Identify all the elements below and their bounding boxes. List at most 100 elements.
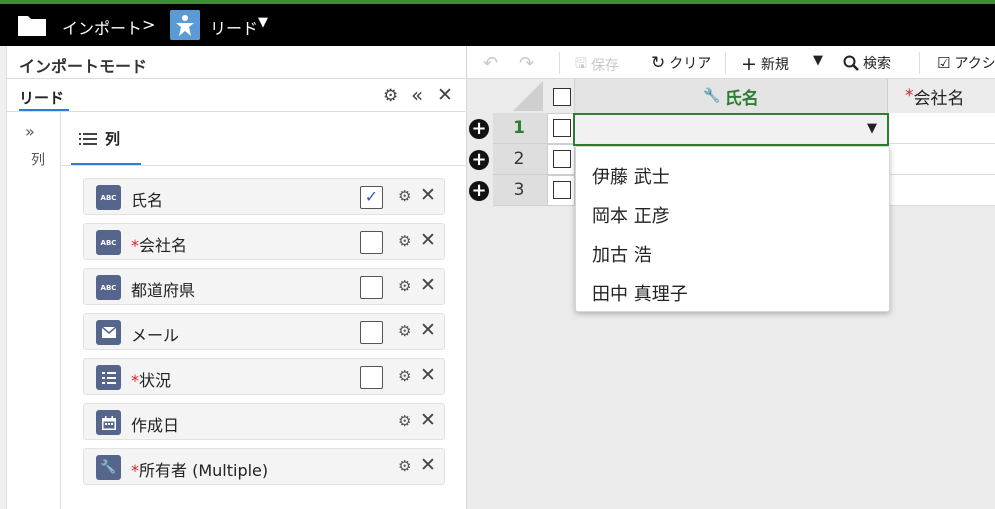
column-header-name[interactable]: 🔧 氏名 bbox=[575, 79, 888, 113]
dropdown-option[interactable]: 田中 真理子 bbox=[592, 280, 688, 306]
field-item[interactable]: *状況 ⚙ ✕ bbox=[83, 358, 445, 395]
gear-icon[interactable]: ⚙ bbox=[398, 412, 411, 430]
dropdown-arrow-icon[interactable]: ▼ bbox=[867, 121, 877, 136]
close-icon[interactable]: ✕ bbox=[420, 319, 436, 341]
divider bbox=[7, 78, 467, 79]
add-row-icon[interactable]: + bbox=[469, 181, 489, 201]
new-button[interactable]: + 新規 bbox=[741, 53, 789, 75]
folder-icon[interactable] bbox=[17, 13, 47, 37]
field-item[interactable]: ABC 都道府県 ⚙ ✕ bbox=[83, 268, 445, 305]
gear-icon[interactable]: ⚙ bbox=[398, 457, 411, 475]
grid-corner bbox=[467, 79, 547, 113]
select-all-corner[interactable] bbox=[513, 81, 543, 111]
list-icon bbox=[79, 132, 97, 145]
field-checkbox[interactable] bbox=[360, 231, 383, 254]
breadcrumb-lead[interactable]: リード bbox=[210, 15, 258, 39]
divider bbox=[919, 52, 920, 74]
field-item[interactable]: 🔧 *所有者 (Multiple) ⚙ ✕ bbox=[83, 448, 445, 485]
row-number[interactable]: 3 bbox=[503, 180, 535, 200]
field-item[interactable]: ABC 氏名 ✓ ⚙ ✕ bbox=[83, 178, 445, 215]
gear-icon[interactable]: ⚙ bbox=[398, 322, 411, 340]
field-item[interactable]: ABC *会社名 ⚙ ✕ bbox=[83, 223, 445, 260]
divider bbox=[7, 111, 467, 112]
field-checkbox[interactable] bbox=[360, 366, 383, 389]
wrench-icon: 🔧 bbox=[703, 88, 721, 104]
field-item[interactable]: 作成日 ⚙ ✕ bbox=[83, 403, 445, 440]
close-icon[interactable]: ✕ bbox=[420, 229, 436, 251]
abc-icon: ABC bbox=[96, 230, 121, 255]
email-icon bbox=[96, 320, 121, 345]
add-row-icon[interactable]: + bbox=[469, 119, 489, 139]
row-checkbox[interactable] bbox=[553, 119, 571, 137]
import-mode-panel: インポートモード リード ⚙ « ✕ » 列 列 ABC 氏名 ✓ ⚙ ✕ ABC *会社名… bbox=[7, 46, 467, 509]
refresh-icon: ↻ bbox=[651, 53, 666, 73]
dropdown-option[interactable]: 伊藤 武士 bbox=[592, 163, 670, 189]
picklist-icon bbox=[96, 365, 121, 390]
close-icon[interactable]: ✕ bbox=[437, 84, 453, 106]
lookup-icon: 🔧 bbox=[96, 455, 121, 480]
close-icon[interactable]: ✕ bbox=[420, 409, 436, 431]
row-number[interactable]: 2 bbox=[503, 149, 535, 169]
expand-icon[interactable]: » bbox=[25, 122, 35, 141]
action-label: アクシ bbox=[954, 56, 995, 72]
select-all-checkbox[interactable] bbox=[553, 88, 571, 106]
undo-icon[interactable]: ↶ bbox=[483, 53, 498, 74]
row-number[interactable]: 1 bbox=[503, 118, 535, 138]
field-item[interactable]: メール ⚙ ✕ bbox=[83, 313, 445, 350]
field-checkbox[interactable] bbox=[360, 276, 383, 299]
close-icon[interactable]: ✕ bbox=[420, 274, 436, 296]
tab-lead[interactable]: リード bbox=[19, 87, 64, 108]
panel-title: インポートモード bbox=[19, 57, 148, 76]
field-label: 作成日 bbox=[131, 416, 180, 435]
breadcrumb-separator: > bbox=[142, 15, 156, 34]
dropdown-option[interactable]: 加古 浩 bbox=[592, 241, 652, 267]
required-marker: * bbox=[131, 371, 139, 390]
divider bbox=[61, 165, 467, 166]
search-button[interactable]: 検索 bbox=[843, 53, 891, 73]
row-checkbox[interactable] bbox=[553, 181, 571, 199]
row-checkbox[interactable] bbox=[553, 150, 571, 168]
search-label: 検索 bbox=[863, 56, 891, 72]
calendar-icon bbox=[96, 410, 121, 435]
abc-icon: ABC bbox=[96, 185, 121, 210]
divider bbox=[559, 52, 560, 74]
rail-label[interactable]: 列 bbox=[27, 152, 47, 166]
redo-icon[interactable]: ↷ bbox=[519, 53, 534, 74]
gear-icon[interactable]: ⚙ bbox=[398, 367, 411, 385]
field-label: メール bbox=[131, 326, 180, 345]
field-label: 都道府県 bbox=[131, 281, 196, 300]
field-list: ABC 氏名 ✓ ⚙ ✕ ABC *会社名 ⚙ ✕ ABC 都道府県 ⚙ ✕ メール ⚙ ✕ *状況 ⚙ ✕ 作成日 ⚙… bbox=[83, 178, 445, 493]
column-header-name-label: 氏名 bbox=[724, 88, 759, 109]
clear-button[interactable]: ↻ クリア bbox=[651, 53, 711, 73]
checkbox-icon: ☑ bbox=[937, 54, 951, 72]
person-icon bbox=[170, 10, 200, 40]
field-label: 氏名 bbox=[131, 191, 164, 210]
chevron-down-icon[interactable]: ▼ bbox=[258, 15, 268, 30]
tab-columns-label: 列 bbox=[105, 130, 121, 148]
gear-icon[interactable]: ⚙ bbox=[398, 277, 411, 295]
close-icon[interactable]: ✕ bbox=[420, 184, 436, 206]
column-header-company[interactable]: * 会社名 bbox=[889, 79, 995, 113]
breadcrumb-import[interactable]: インポート bbox=[62, 15, 142, 39]
active-cell-name[interactable]: ▼ bbox=[573, 113, 889, 146]
left-edge-strip bbox=[0, 46, 7, 509]
field-checkbox[interactable]: ✓ bbox=[360, 186, 383, 209]
gear-icon[interactable]: ⚙ bbox=[398, 232, 411, 250]
dropdown-option[interactable]: 岡本 正彦 bbox=[592, 202, 670, 228]
save-icon: 🖫 bbox=[575, 56, 587, 72]
tab-columns[interactable]: 列 bbox=[79, 128, 120, 149]
abc-icon: ABC bbox=[96, 275, 121, 300]
action-button[interactable]: ☑ アクシ bbox=[937, 53, 995, 73]
save-button[interactable]: 🖫 保存 bbox=[575, 53, 619, 77]
clear-label: クリア bbox=[669, 56, 712, 72]
gear-icon[interactable]: ⚙ bbox=[383, 86, 398, 106]
field-label: *状況 bbox=[131, 371, 172, 390]
gear-icon[interactable]: ⚙ bbox=[398, 187, 411, 205]
close-icon[interactable]: ✕ bbox=[420, 454, 436, 476]
field-checkbox[interactable] bbox=[360, 321, 383, 344]
close-icon[interactable]: ✕ bbox=[420, 364, 436, 386]
add-row-icon[interactable]: + bbox=[469, 150, 489, 170]
new-dropdown-icon[interactable]: ▼ bbox=[813, 53, 823, 68]
grid-toolbar: ↶ ↷ 🖫 保存 ↻ クリア + 新規 ▼ 検索 ☑ アクシ bbox=[467, 46, 995, 79]
collapse-icon[interactable]: « bbox=[411, 83, 423, 107]
